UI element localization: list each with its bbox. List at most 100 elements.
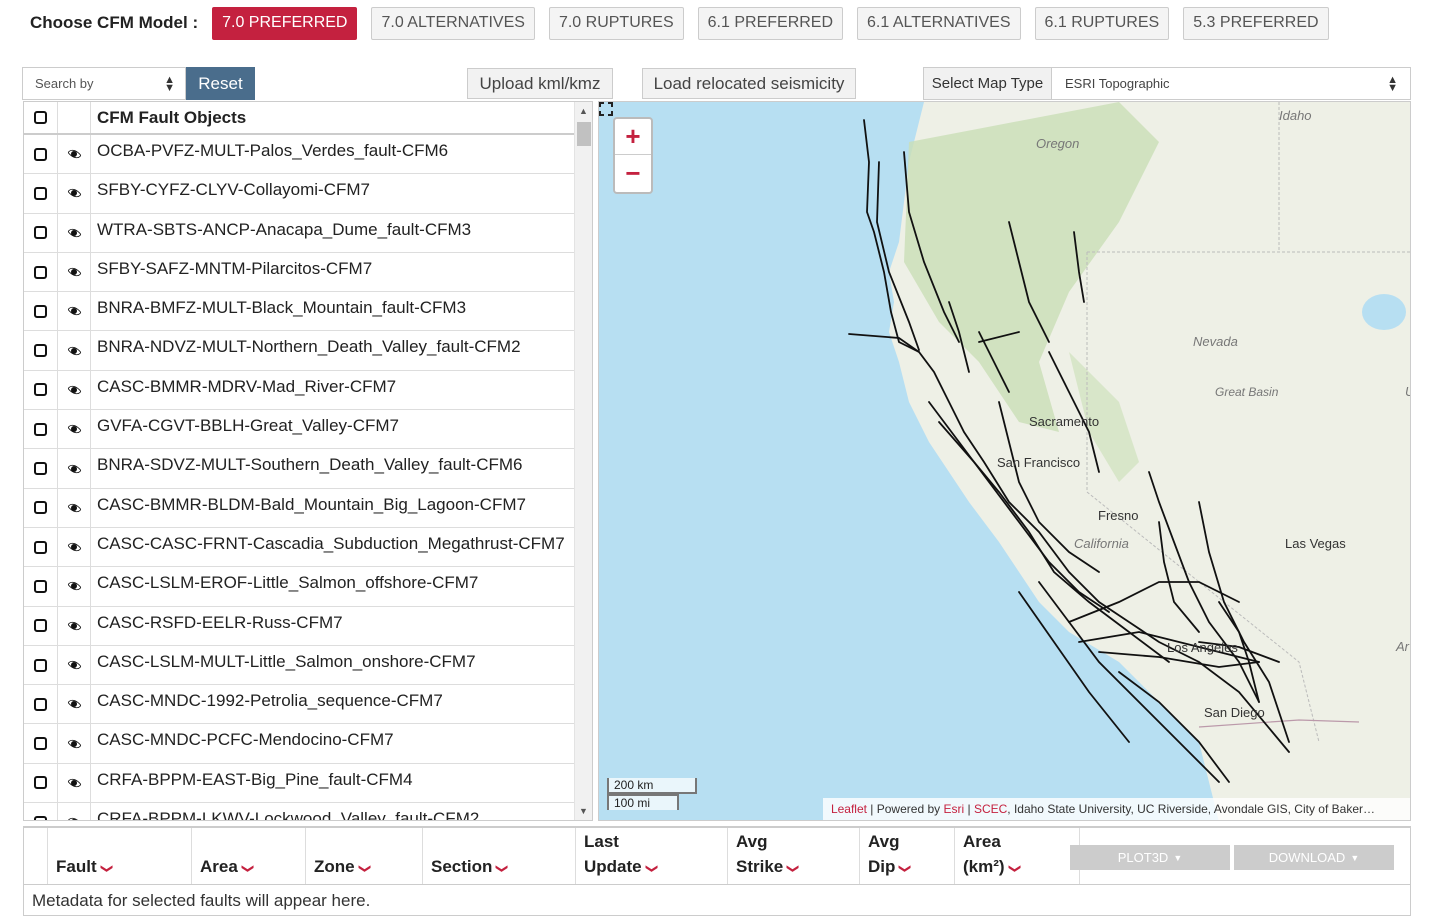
row-checkbox[interactable]	[34, 540, 47, 554]
scroll-thumb[interactable]	[577, 122, 591, 146]
model-button[interactable]: 6.1 ALTERNATIVES	[857, 6, 1021, 40]
row-checkbox[interactable]	[34, 226, 47, 240]
eye-icon[interactable]	[67, 660, 82, 670]
upload-kml-button[interactable]: Upload kml/kmz	[467, 68, 613, 99]
eye-icon[interactable]	[67, 385, 82, 395]
fault-row[interactable]: BNRA-SDVZ-MULT-Southern_Death_Valley_fau…	[24, 449, 592, 489]
model-button[interactable]: 7.0 RUPTURES	[548, 6, 684, 40]
eye-icon[interactable]	[67, 424, 82, 434]
meta-column-header[interactable]: Area ❯	[192, 828, 306, 884]
eye-icon[interactable]	[67, 739, 82, 749]
eye-icon[interactable]	[67, 464, 82, 474]
row-checkbox[interactable]	[34, 265, 47, 279]
model-button[interactable]: 5.3 PREFERRED	[1183, 6, 1329, 40]
fault-row[interactable]: CASC-CASC-FRNT-Cascadia_Subduction_Megat…	[24, 527, 592, 568]
eye-icon[interactable]	[67, 542, 82, 552]
plot3d-button[interactable]: PLOT3D ▼	[1070, 845, 1230, 870]
eye-icon[interactable]	[67, 503, 82, 513]
row-checkbox[interactable]	[34, 776, 47, 790]
row-checkbox-cell	[24, 135, 58, 174]
fault-row[interactable]: CASC-BMMR-BLDM-Bald_Mountain_Big_Lagoon-…	[24, 488, 592, 528]
meta-column-header[interactable]: Fault ❯	[48, 828, 192, 884]
scroll-up-icon[interactable]: ▲	[579, 106, 588, 116]
meta-column-line2: Area	[200, 857, 238, 876]
eye-icon[interactable]	[67, 228, 82, 238]
row-checkbox[interactable]	[34, 422, 47, 436]
row-checkbox[interactable]	[34, 383, 47, 397]
fault-row[interactable]: SFBY-SAFZ-MNTM-Pilarcitos-CFM7	[24, 252, 592, 293]
meta-column-header[interactable]: Area (km²) ❯	[955, 828, 1080, 884]
fault-row[interactable]: CRFA-BPPM-EAST-Big_Pine_fault-CFM4	[24, 763, 592, 804]
meta-column-header[interactable]: Last Update ❯	[576, 828, 728, 884]
row-checkbox[interactable]	[34, 462, 47, 476]
eye-icon[interactable]	[67, 621, 82, 631]
leaflet-link[interactable]: Leaflet	[831, 802, 867, 816]
fault-row[interactable]: BNRA-BMFZ-MULT-Black_Mountain_fault-CFM3	[24, 292, 592, 332]
fault-row[interactable]: CASC-RSFD-EELR-Russ-CFM7	[24, 606, 592, 646]
scroll-down-icon[interactable]: ▼	[579, 806, 588, 816]
meta-column-label: Area ❯	[200, 854, 255, 881]
download-button[interactable]: DOWNLOAD ▼	[1234, 845, 1394, 870]
search-by-select[interactable]: Search by ▲ ▼	[22, 67, 186, 100]
attribution-text: , Idaho State University, UC Riverside, …	[1007, 802, 1375, 816]
meta-column-header[interactable]: Section ❯	[423, 828, 576, 884]
zoom-in-button[interactable]: +	[615, 119, 651, 155]
fault-name: CRFA-BPPM-LKWV-Lockwood_Valley_fault-CFM…	[97, 809, 480, 821]
fault-row[interactable]: SFBY-CYFZ-CLYV-Collayomi-CFM7	[24, 174, 592, 214]
eye-icon[interactable]	[67, 817, 82, 820]
model-button[interactable]: 7.0 ALTERNATIVES	[371, 6, 535, 40]
meta-column-header[interactable]: Avg Strike ❯	[728, 828, 860, 884]
meta-spacer-cell	[24, 828, 48, 884]
select-all-checkbox[interactable]	[34, 111, 47, 124]
eye-icon[interactable]	[67, 149, 82, 159]
row-checkbox[interactable]	[34, 658, 47, 672]
fault-row[interactable]: GVFA-CGVT-BBLH-Great_Valley-CFM7	[24, 410, 592, 450]
row-checkbox[interactable]	[34, 147, 47, 161]
fault-row[interactable]: CASC-LSLM-MULT-Little_Salmon_onshore-CFM…	[24, 645, 592, 686]
scec-link[interactable]: SCEC	[974, 802, 1007, 816]
reset-button[interactable]: Reset	[186, 67, 255, 100]
eye-icon[interactable]	[67, 699, 82, 709]
row-checkbox[interactable]	[34, 344, 47, 358]
eye-icon[interactable]	[67, 188, 82, 198]
model-button[interactable]: 7.0 PREFERRED	[212, 6, 358, 40]
esri-link[interactable]: Esri	[943, 802, 964, 816]
model-button[interactable]: 6.1 RUPTURES	[1034, 6, 1170, 40]
map-type-select[interactable]: ESRI Topographic ▲ ▼	[1052, 68, 1410, 99]
fault-row[interactable]: BNRA-NDVZ-MULT-Northern_Death_Valley_fau…	[24, 331, 592, 371]
fault-row[interactable]: CRFA-BPPM-LKWV-Lockwood_Valley_fault-CFM…	[24, 803, 592, 821]
eye-icon[interactable]	[67, 267, 82, 277]
meta-column-header[interactable]: Avg Dip ❯	[860, 828, 955, 884]
eye-icon[interactable]	[67, 778, 82, 788]
fault-row[interactable]: CASC-MNDC-PCFC-Mendocino-CFM7	[24, 724, 592, 764]
fault-row[interactable]: CASC-LSLM-EROF-Little_Salmon_offshore-CF…	[24, 567, 592, 607]
model-button[interactable]: 6.1 PREFERRED	[697, 6, 844, 40]
row-checkbox[interactable]	[34, 697, 47, 711]
meta-column-header[interactable]: Zone ❯	[306, 828, 423, 884]
scale-mi: 100 mi	[607, 794, 679, 810]
meta-column-label: Section ❯	[431, 854, 510, 881]
fault-row[interactable]: CASC-BMMR-MDRV-Mad_River-CFM7	[24, 370, 592, 411]
eye-cell	[58, 645, 91, 685]
fault-table-scrollbar[interactable]: ▲ ▼	[574, 102, 592, 820]
row-checkbox[interactable]	[34, 737, 47, 751]
row-checkbox[interactable]	[34, 815, 47, 820]
eye-icon[interactable]	[67, 306, 82, 316]
zoom-out-button[interactable]: −	[615, 155, 651, 191]
eye-icon[interactable]	[67, 581, 82, 591]
row-checkbox[interactable]	[34, 501, 47, 515]
eye-icon[interactable]	[67, 346, 82, 356]
search-by-label: Search by	[35, 76, 94, 91]
row-checkbox[interactable]	[34, 304, 47, 318]
row-checkbox[interactable]	[34, 186, 47, 200]
row-checkbox[interactable]	[34, 619, 47, 633]
fault-row[interactable]: CASC-MNDC-1992-Petrolia_sequence-CFM7	[24, 685, 592, 725]
select-caret-icon: ▲ ▼	[1387, 74, 1398, 94]
lake	[1362, 294, 1406, 330]
fault-row[interactable]: WTRA-SBTS-ANCP-Anacapa_Dume_fault-CFM3	[24, 213, 592, 253]
fault-row[interactable]: OCBA-PVFZ-MULT-Palos_Verdes_fault-CFM6	[24, 135, 592, 175]
row-checkbox[interactable]	[34, 579, 47, 593]
map-view[interactable]: + − Idaho Oregon Nevada Great Basin Sacr…	[598, 101, 1411, 821]
load-seismicity-button[interactable]: Load relocated seismicity	[642, 68, 856, 99]
fullscreen-icon[interactable]	[599, 102, 613, 116]
